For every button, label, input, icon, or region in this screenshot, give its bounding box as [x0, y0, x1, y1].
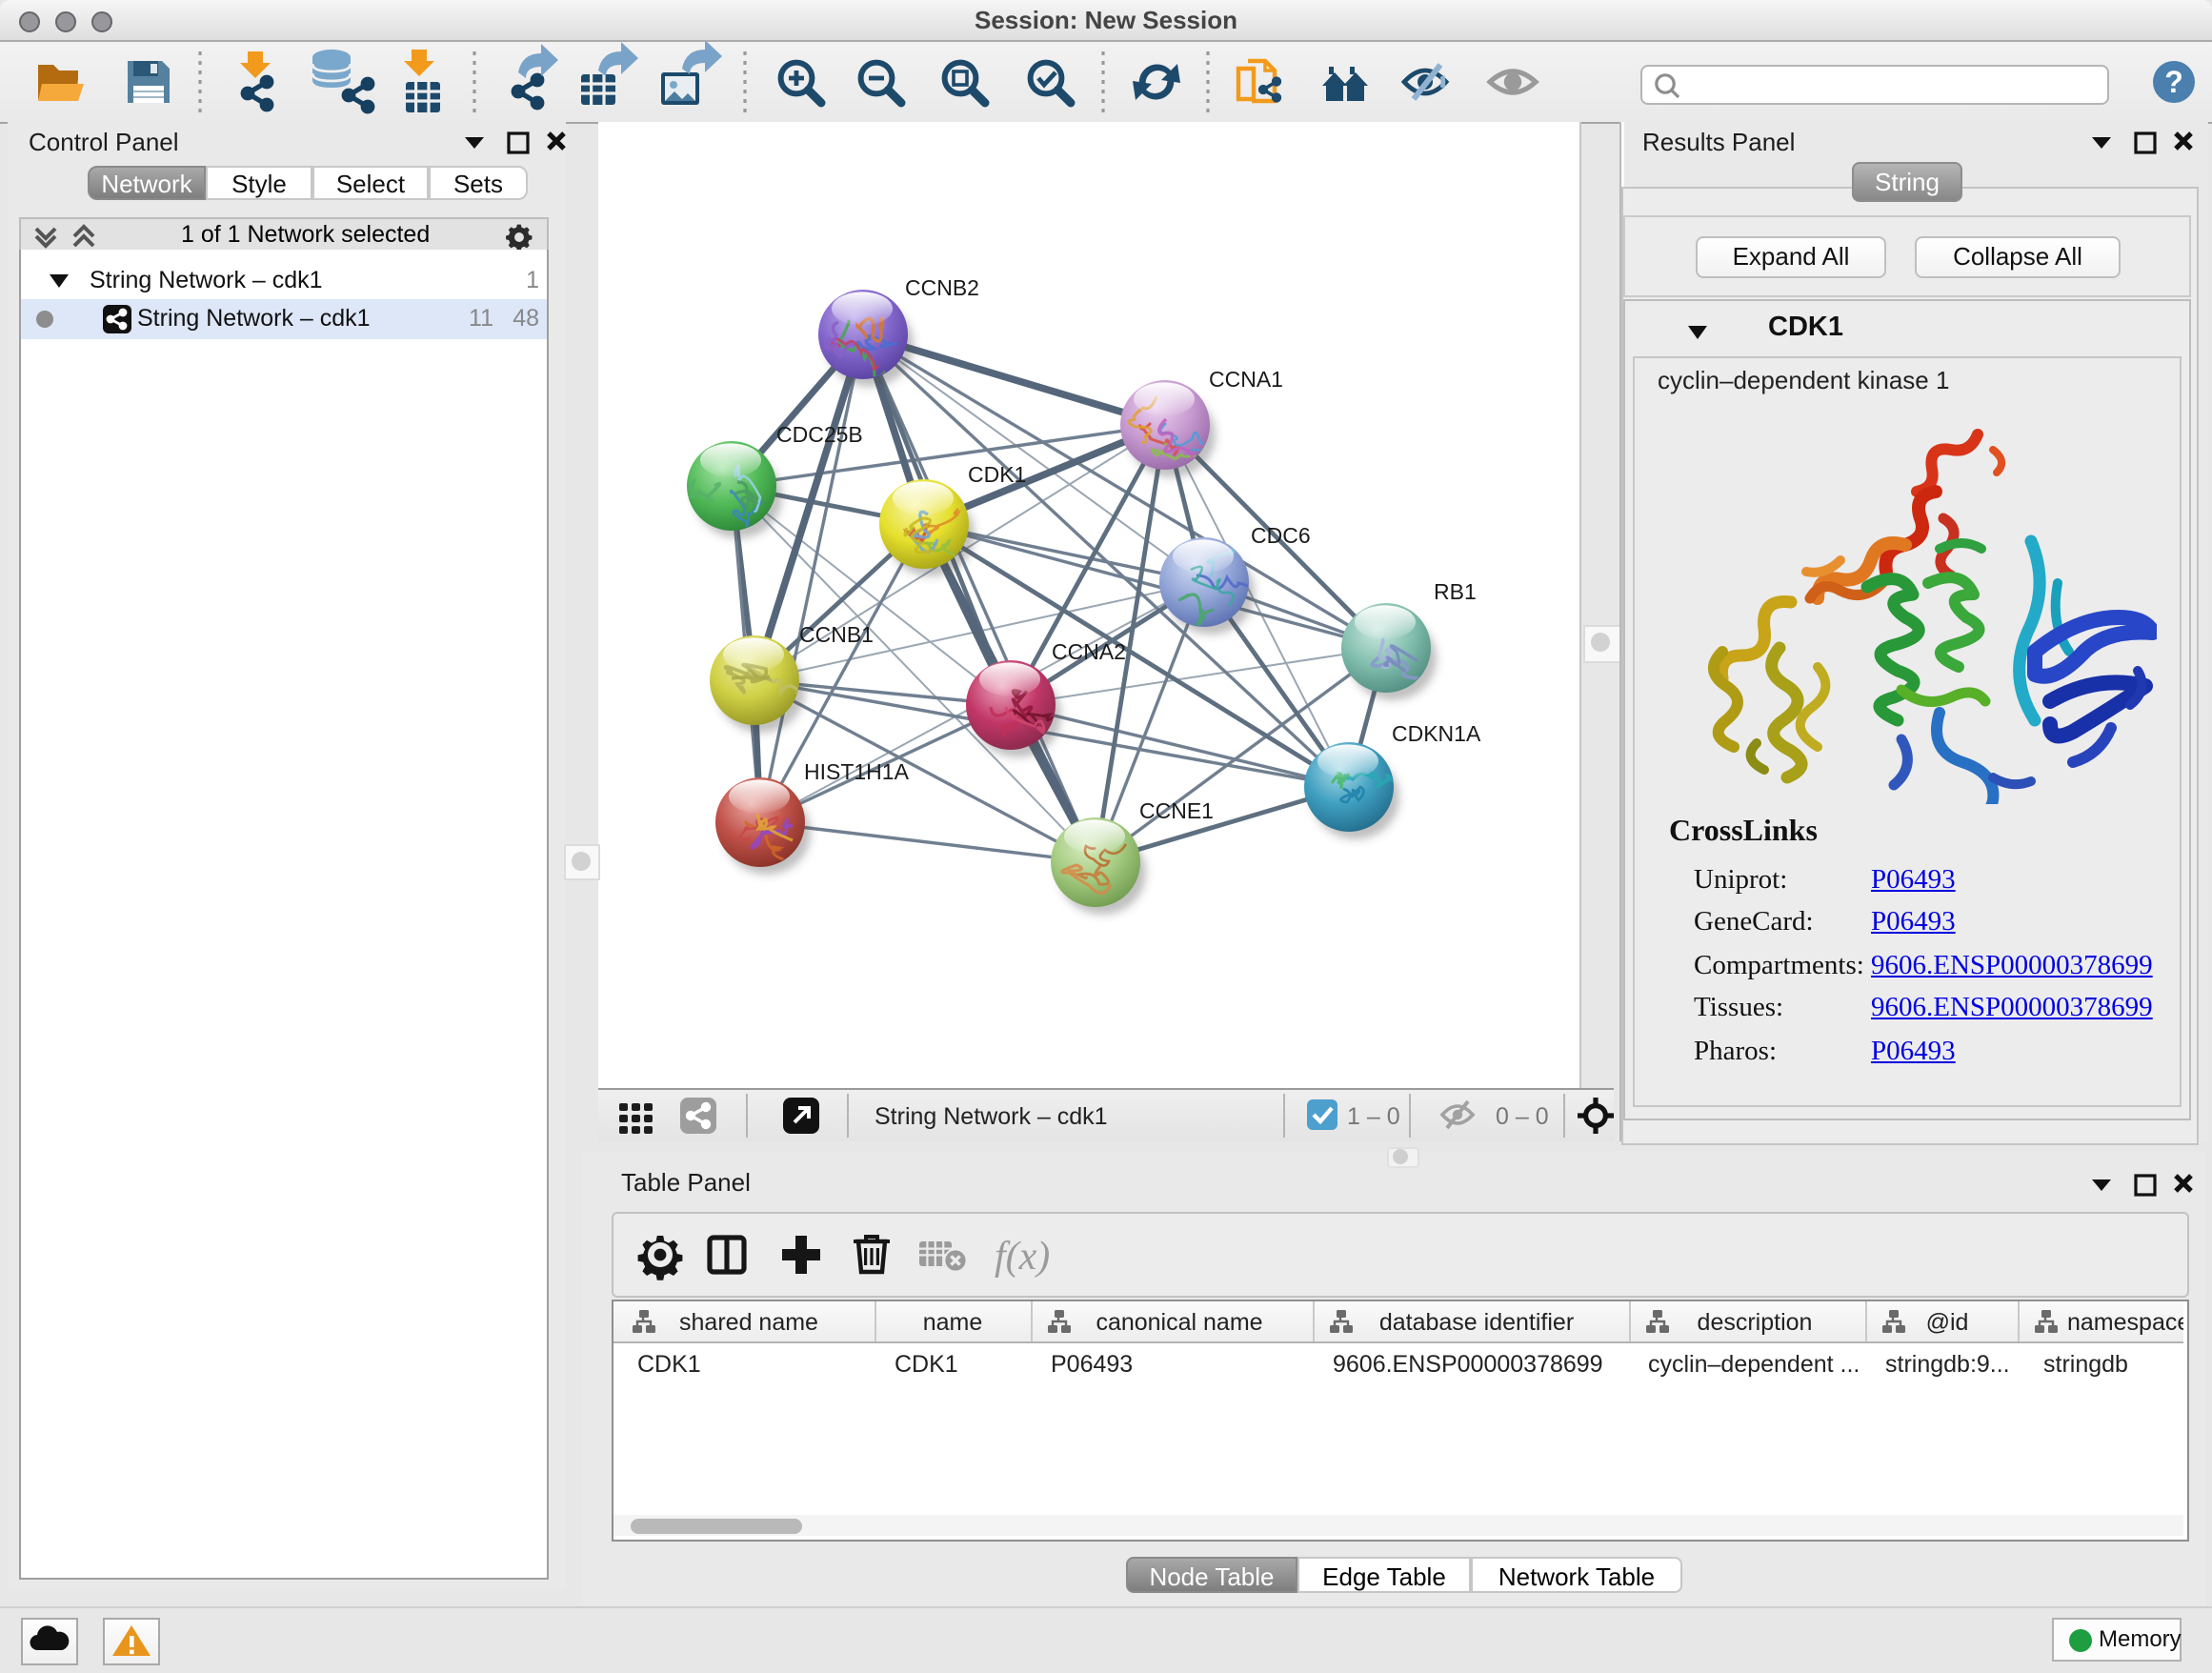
svg-text:CCNE1: CCNE1 — [1139, 798, 1214, 823]
svg-text:?: ? — [2164, 65, 2183, 99]
svg-text:canonical name: canonical name — [1096, 1309, 1262, 1336]
svg-text:CDC6: CDC6 — [1251, 523, 1311, 548]
svg-text:@id: @id — [1926, 1309, 1969, 1336]
svg-text:stringdb: stringdb — [2043, 1351, 2128, 1378]
svg-text:cyclin–dependent ...: cyclin–dependent ... — [1648, 1351, 1860, 1378]
svg-text:HIST1H1A: HIST1H1A — [804, 759, 910, 784]
svg-text:CDKN1A: CDKN1A — [1392, 721, 1481, 746]
svg-text:String Network – cdk1: String Network – cdk1 — [875, 1103, 1108, 1130]
svg-text:CCNB1: CCNB1 — [799, 622, 874, 647]
svg-text:CDK1: CDK1 — [895, 1351, 958, 1378]
svg-text:CCNB2: CCNB2 — [905, 275, 979, 300]
svg-text:CDK1: CDK1 — [968, 462, 1026, 487]
svg-text:CDK1: CDK1 — [637, 1351, 701, 1378]
svg-text:CCNA2: CCNA2 — [1052, 639, 1126, 664]
svg-text:CDC25B: CDC25B — [776, 422, 863, 447]
svg-text:0 – 0: 0 – 0 — [1496, 1103, 1549, 1130]
svg-text:P06493: P06493 — [1051, 1351, 1133, 1378]
svg-text:f(x): f(x) — [995, 1235, 1050, 1279]
svg-text:namespace: namespace — [2067, 1309, 2183, 1336]
svg-text:database identifier: database identifier — [1379, 1309, 1574, 1336]
svg-text:shared name: shared name — [679, 1309, 818, 1336]
svg-text:description: description — [1698, 1309, 1813, 1336]
svg-text:name: name — [923, 1309, 983, 1336]
svg-text:stringdb:9...: stringdb:9... — [1885, 1351, 2010, 1378]
svg-text:CCNA1: CCNA1 — [1209, 367, 1283, 392]
svg-text:1 – 0: 1 – 0 — [1347, 1103, 1400, 1130]
svg-text:RB1: RB1 — [1434, 579, 1477, 604]
svg-text:9606.ENSP00000378699: 9606.ENSP00000378699 — [1333, 1351, 1603, 1378]
